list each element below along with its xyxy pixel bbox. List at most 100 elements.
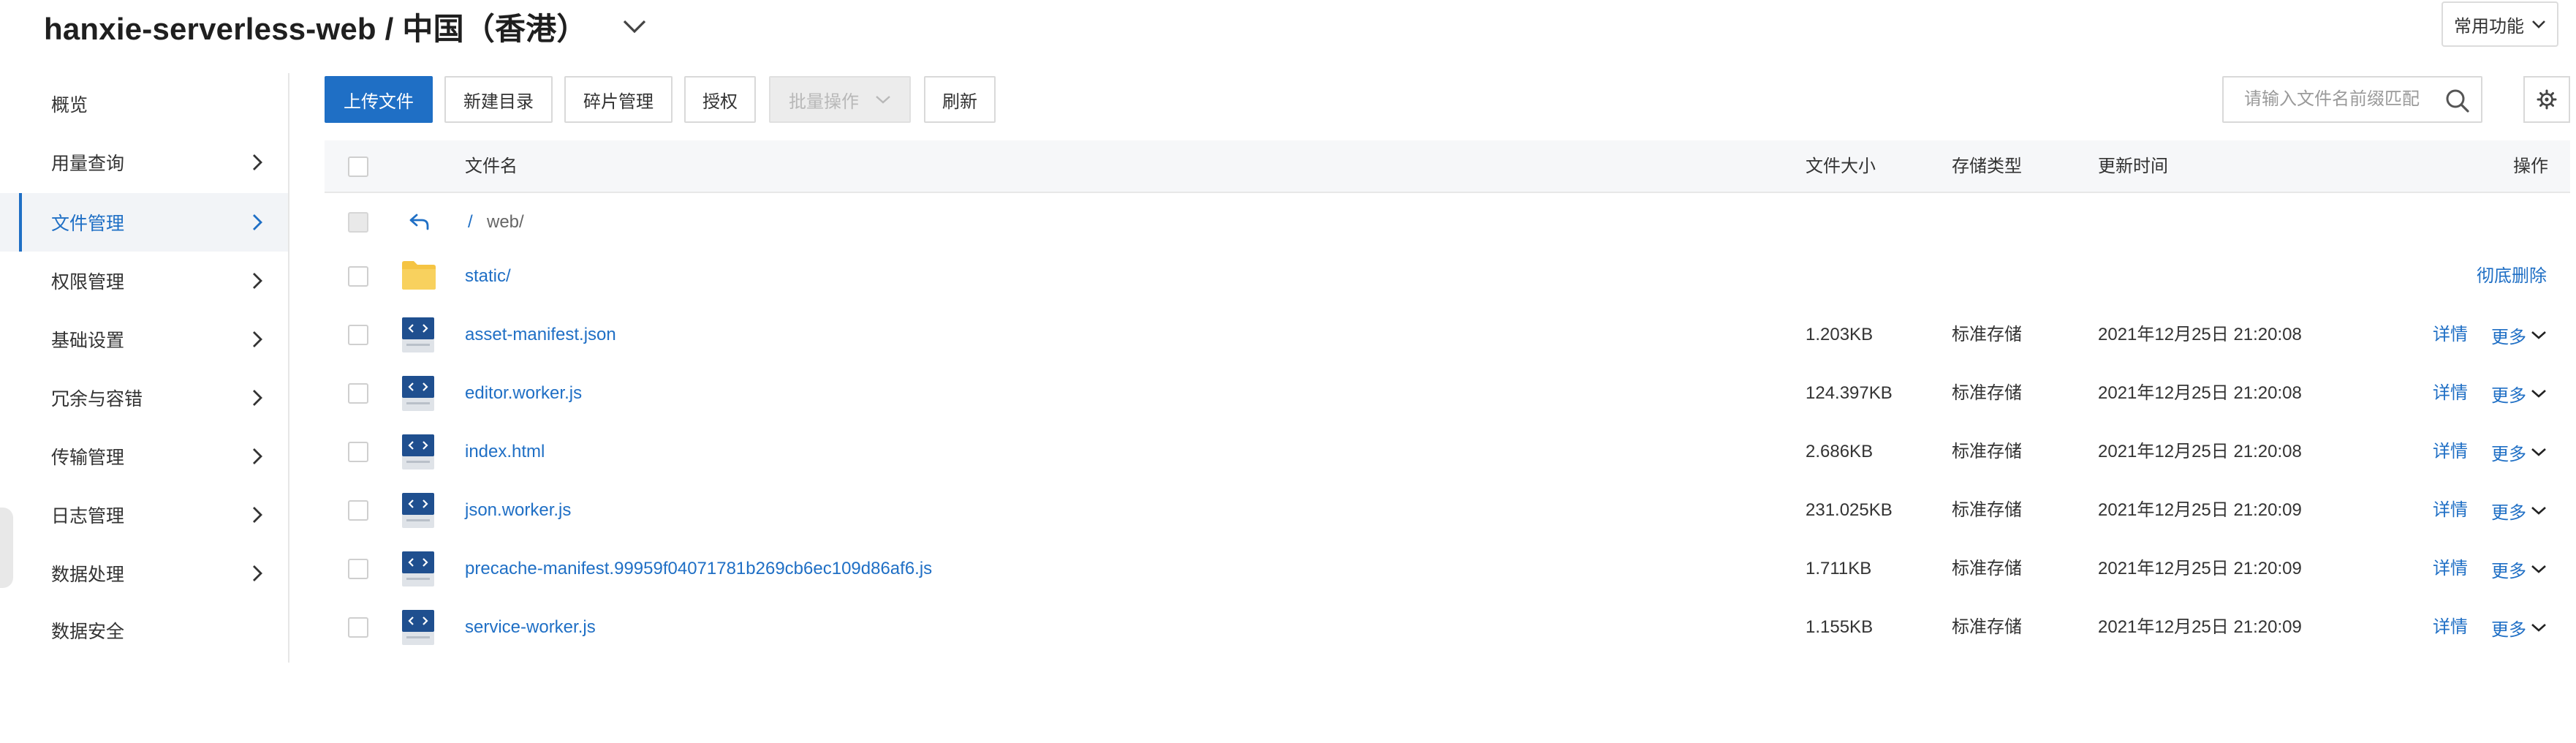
new-directory-button[interactable]: 新建目录 <box>444 76 553 123</box>
code-file-icon <box>402 434 434 469</box>
search-input[interactable] <box>2244 89 2449 110</box>
chevron-down-icon <box>2531 448 2546 456</box>
authorize-button[interactable]: 授权 <box>684 76 756 123</box>
sidebar-item-label: 概览 <box>51 95 88 116</box>
row-checkbox[interactable] <box>348 617 368 638</box>
detail-link[interactable]: 详情 <box>2433 540 2468 598</box>
sidebar-item-file-management[interactable]: 文件管理 <box>0 193 288 252</box>
file-name-link[interactable]: asset-manifest.json <box>465 306 616 364</box>
sidebar: 概览 用量查询 文件管理 权限管理 基础设置 冗余与容错 传输管理 日志管理 数… <box>0 73 289 663</box>
more-label: 更多 <box>2491 561 2526 581</box>
more-label: 更多 <box>2491 444 2526 464</box>
current-path: web/ <box>487 212 524 232</box>
sidebar-item-label: 权限管理 <box>51 272 125 293</box>
column-settings-button[interactable] <box>2523 76 2570 123</box>
sidebar-item-overview[interactable]: 概览 <box>0 75 288 133</box>
path-root-link[interactable]: / <box>468 193 473 252</box>
chevron-down-icon <box>2531 624 2546 632</box>
file-size: 1.203KB <box>1806 325 1874 344</box>
code-file-icon <box>402 493 434 528</box>
table-row: service-worker.js 1.155KB 标准存储 2021年12月25日 … <box>325 598 2570 657</box>
updated-time: 2021年12月25日 21:20:08 <box>2098 325 2302 344</box>
row-checkbox[interactable] <box>348 266 368 287</box>
column-header-actions: 操作 <box>2513 156 2548 176</box>
file-name-link[interactable]: service-worker.js <box>465 598 596 657</box>
column-header-name: 文件名 <box>465 156 518 176</box>
code-file-icon <box>402 376 434 411</box>
table-row: json.worker.js 231.025KB 标准存储 2021年12月25日 2… <box>325 481 2570 540</box>
search-icon[interactable] <box>2444 88 2471 114</box>
row-checkbox[interactable] <box>348 383 368 404</box>
detail-link[interactable]: 详情 <box>2433 481 2468 540</box>
more-dropdown[interactable]: 更多 <box>2491 423 2547 481</box>
sidebar-item-data-security[interactable]: 数据安全 <box>0 601 288 660</box>
fragment-management-button[interactable]: 碎片管理 <box>564 76 673 123</box>
sidebar-collapse-handle[interactable] <box>0 508 13 588</box>
common-functions-button[interactable]: 常用功能 <box>2441 1 2558 47</box>
chevron-right-icon <box>253 154 262 170</box>
detail-link[interactable]: 详情 <box>2433 598 2468 657</box>
parent-directory-row: / web/ <box>325 193 2570 252</box>
row-checkbox[interactable] <box>348 559 368 579</box>
page-title: hanxie-serverless-web / 中国（香港） <box>44 11 588 46</box>
sidebar-item-usage[interactable]: 用量查询 <box>0 133 288 192</box>
sidebar-item-label: 文件管理 <box>51 214 125 234</box>
table-row: editor.worker.js 124.397KB 标准存储 2021年12月25日… <box>325 364 2570 423</box>
chevron-right-icon <box>253 331 262 347</box>
sidebar-item-redundancy[interactable]: 冗余与容错 <box>0 369 288 427</box>
detail-link[interactable]: 详情 <box>2433 423 2468 481</box>
upload-file-button[interactable]: 上传文件 <box>325 76 433 123</box>
back-arrow-icon[interactable] <box>408 211 431 234</box>
row-checkbox[interactable] <box>348 325 368 345</box>
sidebar-item-label: 基础设置 <box>51 331 125 351</box>
bucket-switch-chevron-down-icon[interactable] <box>620 12 649 41</box>
updated-time: 2021年12月25日 21:20:08 <box>2098 383 2302 403</box>
chevron-down-icon <box>2531 507 2546 515</box>
refresh-button[interactable]: 刷新 <box>924 76 996 123</box>
storage-type: 标准存储 <box>1952 383 2022 403</box>
file-name-link[interactable]: static/ <box>465 247 511 306</box>
chevron-right-icon <box>253 390 262 406</box>
row-checkbox[interactable] <box>348 442 368 462</box>
search-box <box>2222 76 2482 123</box>
sidebar-item-data-processing[interactable]: 数据处理 <box>0 544 288 603</box>
select-all-checkbox[interactable] <box>348 156 368 177</box>
chevron-down-icon <box>876 96 890 104</box>
folder-icon <box>402 261 436 290</box>
storage-type: 标准存储 <box>1952 500 2022 520</box>
common-functions-label: 常用功能 <box>2454 16 2524 37</box>
file-size: 124.397KB <box>1806 383 1893 403</box>
sidebar-item-label: 用量查询 <box>51 154 125 174</box>
code-file-icon <box>402 610 434 645</box>
sidebar-item-permissions[interactable]: 权限管理 <box>0 252 288 310</box>
more-dropdown[interactable]: 更多 <box>2491 540 2547 598</box>
permanent-delete-link[interactable]: 彻底删除 <box>2477 247 2547 306</box>
file-name-link[interactable]: json.worker.js <box>465 481 571 540</box>
file-name-link[interactable]: index.html <box>465 423 545 481</box>
chevron-right-icon <box>253 507 262 523</box>
sidebar-item-label: 日志管理 <box>51 506 125 527</box>
title-bar: hanxie-serverless-web / 中国（香港） <box>44 0 649 53</box>
column-header-size: 文件大小 <box>1806 156 1876 176</box>
detail-link[interactable]: 详情 <box>2433 364 2468 423</box>
sidebar-item-basic-settings[interactable]: 基础设置 <box>0 310 288 369</box>
row-checkbox[interactable] <box>348 500 368 521</box>
more-dropdown[interactable]: 更多 <box>2491 364 2547 423</box>
updated-time: 2021年12月25日 21:20:08 <box>2098 442 2302 461</box>
more-label: 更多 <box>2491 502 2526 523</box>
sidebar-item-logs[interactable]: 日志管理 <box>0 486 288 544</box>
file-name-link[interactable]: editor.worker.js <box>465 364 582 423</box>
sidebar-item-transfer[interactable]: 传输管理 <box>0 427 288 486</box>
detail-link[interactable]: 详情 <box>2433 306 2468 364</box>
column-header-storage: 存储类型 <box>1952 156 2022 176</box>
more-dropdown[interactable]: 更多 <box>2491 481 2547 540</box>
more-dropdown[interactable]: 更多 <box>2491 306 2547 364</box>
batch-operations-label: 批量操作 <box>789 91 859 112</box>
more-label: 更多 <box>2491 385 2526 406</box>
storage-type: 标准存储 <box>1952 325 2022 344</box>
more-dropdown[interactable]: 更多 <box>2491 598 2547 657</box>
file-size: 2.686KB <box>1806 442 1874 461</box>
file-name-link[interactable]: precache-manifest.99959f04071781b269cb6e… <box>465 540 932 598</box>
sidebar-item-label: 数据安全 <box>51 622 125 642</box>
table-row: index.html 2.686KB 标准存储 2021年12月25日 21:20:0… <box>325 423 2570 481</box>
